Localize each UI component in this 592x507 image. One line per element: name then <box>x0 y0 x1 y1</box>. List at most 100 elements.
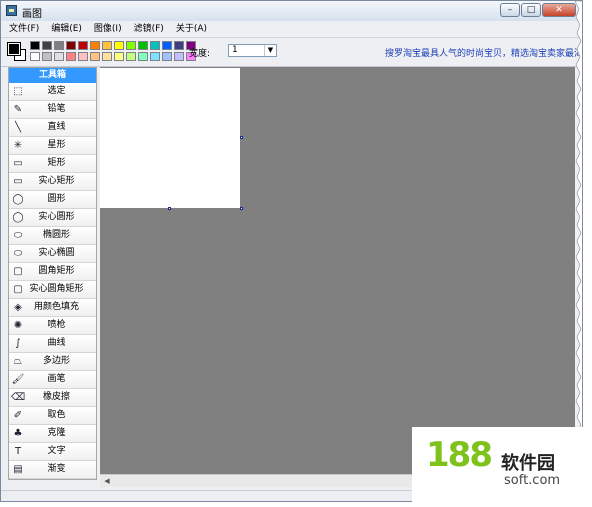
palette-swatch[interactable] <box>30 41 40 50</box>
palette-swatch[interactable] <box>162 41 172 50</box>
tool-label: 星形 <box>47 140 66 150</box>
resize-handle-right[interactable] <box>240 136 243 139</box>
close-button[interactable]: ✕ <box>542 3 576 17</box>
tool-button[interactable]: ∫ 曲线 <box>9 335 96 353</box>
minimize-button[interactable]: – <box>500 3 520 17</box>
palette-swatch[interactable] <box>174 52 184 61</box>
tool-button[interactable]: ✐ 取色 <box>9 407 96 425</box>
watermark-logo: 188 <box>426 435 493 475</box>
canvas-area[interactable] <box>100 67 575 474</box>
eraser-icon: ⌫ <box>10 392 26 403</box>
filled-circle-icon: ◯ <box>12 212 24 223</box>
clone-stamp-icon: ♣ <box>13 428 23 439</box>
menu-filter[interactable]: 滤镜(F) <box>126 23 168 36</box>
tool-button[interactable]: T 文字 <box>9 443 96 461</box>
tool-button[interactable]: ╲ 直线 <box>9 119 96 137</box>
ad-link[interactable]: 搜罗淘宝最具人气的时尚宝贝，精选淘宝卖家最渴望的 <box>385 46 582 59</box>
maximize-button[interactable]: □ <box>521 3 541 17</box>
menu-edit[interactable]: 编辑(E) <box>43 23 86 36</box>
tool-button[interactable]: ▤ 渐变 <box>9 461 96 479</box>
palette-swatch[interactable] <box>174 41 184 50</box>
tool-label: 直线 <box>47 122 66 132</box>
window-title: 画图 <box>22 9 42 20</box>
palette-swatch[interactable] <box>66 52 76 61</box>
tool-button[interactable]: ▭ 矩形 <box>9 155 96 173</box>
tool-button[interactable]: ✳ 星形 <box>9 137 96 155</box>
tool-button[interactable]: ⬭ 实心椭圆 <box>9 245 96 263</box>
palette-swatch[interactable] <box>126 41 136 50</box>
tool-button[interactable]: ▭ 实心矩形 <box>9 173 96 191</box>
foreground-color-swatch[interactable] <box>7 42 21 56</box>
title-bar[interactable]: 画图 – □ ✕ <box>1 1 582 21</box>
palette-swatch[interactable] <box>102 41 112 50</box>
tool-label: 用颜色填充 <box>33 302 79 312</box>
tool-label: 实心矩形 <box>38 176 75 186</box>
palette-swatch[interactable] <box>66 41 76 50</box>
toolbar: 宽度: 1 ▼ 搜罗淘宝最具人气的时尚宝贝，精选淘宝卖家最渴望的 <box>1 37 582 67</box>
tool-button[interactable]: ◯ 圆形 <box>9 191 96 209</box>
palette-swatch[interactable] <box>54 41 64 50</box>
menu-about[interactable]: 关于(A) <box>168 23 211 36</box>
watermark-url: soft.com <box>504 473 561 488</box>
tool-label: 椭圆形 <box>42 230 70 240</box>
fill-bucket-icon: ◈ <box>14 302 22 313</box>
chevron-down-icon[interactable]: ▼ <box>264 45 276 56</box>
tool-button[interactable]: ✺ 喷枪 <box>9 317 96 335</box>
width-label: 宽度: <box>189 49 211 59</box>
tool-label: 实心圆角矩形 <box>29 284 84 294</box>
palette-swatch[interactable] <box>42 52 52 61</box>
tool-button[interactable]: ▢ 圆角矩形 <box>9 263 96 281</box>
tool-button[interactable]: ⌫ 橡皮擦 <box>9 389 96 407</box>
palette-swatch[interactable] <box>138 41 148 50</box>
palette-swatch[interactable] <box>78 52 88 61</box>
palette-swatch[interactable] <box>162 52 172 61</box>
rounded-rectangle-icon: ▢ <box>13 266 23 277</box>
watermark-brand: 软件园 <box>501 453 555 474</box>
tool-label: 实心椭圆 <box>38 248 75 258</box>
tool-button[interactable]: ▢ 实心圆角矩形 <box>9 281 96 299</box>
tool-button[interactable]: ⬚ 选定 <box>9 83 96 101</box>
palette-swatch[interactable] <box>114 41 124 50</box>
resize-handle-corner[interactable] <box>240 207 243 210</box>
palette-swatch[interactable] <box>102 52 112 61</box>
tool-button[interactable]: ⏢ 多边形 <box>9 353 96 371</box>
tool-label: 矩形 <box>47 158 66 168</box>
tool-label: 文字 <box>47 446 66 456</box>
tool-button[interactable]: ✎ 铅笔 <box>9 101 96 119</box>
tool-label: 橡皮擦 <box>42 392 70 402</box>
tool-button[interactable]: ⬭ 椭圆形 <box>9 227 96 245</box>
gradient-icon: ▤ <box>13 464 23 475</box>
brush-icon: 🖌 <box>11 374 25 385</box>
menu-image[interactable]: 图像(I) <box>86 23 126 36</box>
airbrush-icon: ✺ <box>13 320 23 331</box>
palette-swatch[interactable] <box>30 52 40 61</box>
tool-label: 多边形 <box>42 356 70 366</box>
palette-swatch[interactable] <box>114 52 124 61</box>
width-select[interactable]: 1 ▼ <box>228 44 277 57</box>
menu-file[interactable]: 文件(F) <box>1 23 43 36</box>
scroll-left-icon[interactable]: ◀ <box>102 476 112 486</box>
resize-handle-bottom[interactable] <box>168 207 171 210</box>
filled-rounded-rectangle-icon: ▢ <box>13 284 23 295</box>
rectangle-icon: ▭ <box>13 158 23 169</box>
palette-swatch[interactable] <box>150 52 160 61</box>
palette-swatch[interactable] <box>126 52 136 61</box>
palette-swatch[interactable] <box>42 41 52 50</box>
palette-swatch[interactable] <box>138 52 148 61</box>
drawing-canvas[interactable] <box>100 68 240 208</box>
palette-swatch[interactable] <box>78 41 88 50</box>
pencil-icon: ✎ <box>13 104 23 115</box>
filled-ellipse-icon: ⬭ <box>13 248 23 259</box>
tool-button[interactable]: 🖌 画笔 <box>9 371 96 389</box>
paint-app-icon[interactable] <box>6 5 17 16</box>
palette-swatch[interactable] <box>150 41 160 50</box>
tool-button[interactable]: ◈ 用颜色填充 <box>9 299 96 317</box>
tool-label: 圆角矩形 <box>38 266 75 276</box>
tool-button[interactable]: ◯ 实心圆形 <box>9 209 96 227</box>
palette-swatch[interactable] <box>90 52 100 61</box>
menu-bar: 文件(F) 编辑(E) 图像(I) 滤镜(F) 关于(A) <box>1 23 582 36</box>
palette-swatch[interactable] <box>90 41 100 50</box>
palette-swatch[interactable] <box>54 52 64 61</box>
tool-button[interactable]: ♣ 克隆 <box>9 425 96 443</box>
selected-colors[interactable] <box>7 42 26 61</box>
